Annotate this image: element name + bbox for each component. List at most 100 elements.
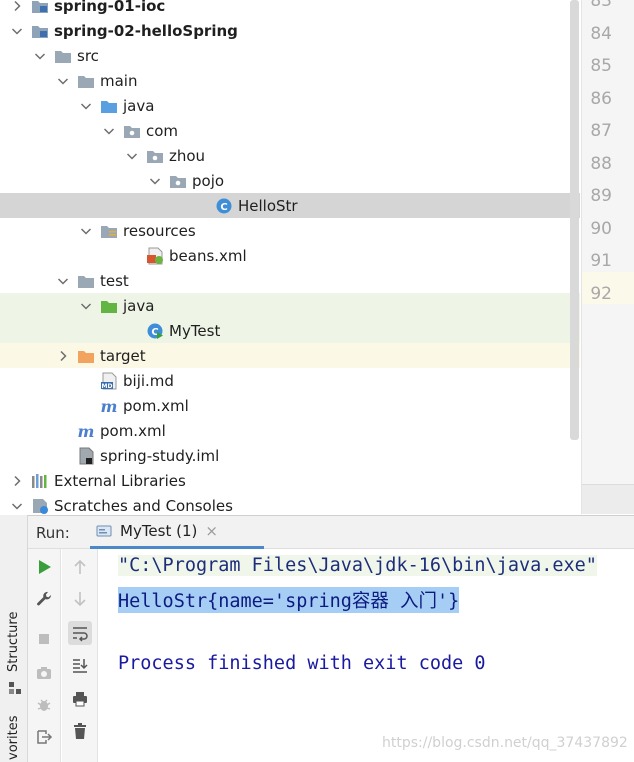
tree-item[interactable]: java <box>0 93 580 118</box>
maven-icon: m <box>77 422 95 440</box>
stop-icon[interactable] <box>32 627 56 651</box>
chevron-down-icon[interactable] <box>9 493 25 514</box>
arrow-down-icon[interactable] <box>68 587 92 611</box>
excluded-folder-icon <box>77 347 95 365</box>
tree-scrollbar[interactable] <box>570 0 579 440</box>
module-folder-icon <box>31 22 49 40</box>
tree-item[interactable]: C MyTest <box>0 318 580 343</box>
svg-text:m: m <box>101 397 118 415</box>
tree-item-label: pom.xml <box>100 421 166 440</box>
java-class-icon: C <box>215 197 233 215</box>
tree-item-label: biji.md <box>123 371 174 390</box>
module-folder-icon <box>31 0 49 15</box>
run-title: Run: <box>36 524 70 542</box>
library-icon <box>31 472 49 490</box>
tree-item-label: spring-02-helloSpring <box>54 21 238 40</box>
print-icon[interactable] <box>68 687 92 711</box>
project-tree: spring-01-ioc spring-02-helloSpring src mai… <box>0 0 580 514</box>
trash-icon[interactable] <box>68 719 92 743</box>
console-output-line: HelloStr{name='spring容器 入门'} <box>118 587 460 613</box>
tree-item[interactable]: pojo <box>0 168 580 193</box>
exit-icon[interactable] <box>32 725 56 749</box>
chevron-down-icon[interactable] <box>78 218 94 243</box>
package-icon <box>123 122 141 140</box>
package-icon <box>169 172 187 190</box>
run-tab-mytest[interactable]: MyTest (1) × <box>90 516 264 549</box>
line-number: 85 <box>590 56 612 76</box>
chevron-down-icon[interactable] <box>9 18 25 43</box>
tree-item[interactable]: m pom.xml <box>0 393 580 418</box>
tree-item[interactable]: External Libraries <box>0 468 580 493</box>
run-config-icon <box>96 523 112 539</box>
tree-item-label: spring-01-ioc <box>54 0 166 15</box>
line-number: 84 <box>590 23 612 44</box>
maven-icon: m <box>100 397 118 415</box>
wrench-icon[interactable] <box>32 587 56 611</box>
chevron-down-icon[interactable] <box>147 168 163 193</box>
tree-item[interactable]: test <box>0 268 580 293</box>
tree-item[interactable]: target <box>0 343 580 368</box>
line-number: 88 <box>590 153 612 174</box>
tree-item[interactable]: beans.xml <box>0 243 580 268</box>
folder-icon <box>54 47 72 65</box>
chevron-right-icon[interactable] <box>9 468 25 493</box>
tree-item[interactable]: spring-01-ioc <box>0 0 580 18</box>
tree-item-label: resources <box>123 221 196 240</box>
chevron-down-icon[interactable] <box>78 93 94 118</box>
tree-item[interactable]: spring-02-helloSpring <box>0 18 580 43</box>
tree-item[interactable]: com <box>0 118 580 143</box>
tree-item[interactable]: MD biji.md <box>0 368 580 393</box>
run-tool-window-header: Run: MyTest (1) × <box>28 515 634 549</box>
spring-xml-icon <box>146 247 164 265</box>
soft-wrap-icon[interactable] <box>68 621 92 645</box>
chevron-down-icon[interactable] <box>32 43 48 68</box>
tree-item-label: java <box>123 296 155 315</box>
tree-item-label: HelloStr <box>238 196 298 215</box>
chevron-down-icon[interactable] <box>55 68 71 93</box>
chevron-down-icon[interactable] <box>78 293 94 318</box>
rerun-icon[interactable] <box>32 555 56 579</box>
debug-bug-icon[interactable] <box>32 693 56 717</box>
chevron-right-icon[interactable] <box>9 0 25 18</box>
package-icon <box>146 147 164 165</box>
tree-item[interactable]: Scratches and Consoles <box>0 493 580 514</box>
svg-text:MD: MD <box>102 383 113 390</box>
tree-item[interactable]: zhou <box>0 143 580 168</box>
console-output[interactable]: "C:\Program Files\Java\jdk-16\bin\java.e… <box>99 549 634 762</box>
camera-icon[interactable] <box>32 661 56 685</box>
tree-item[interactable]: resources <box>0 218 580 243</box>
structure-tab-label[interactable]: Structure <box>6 612 21 672</box>
tree-item[interactable]: m pom.xml <box>0 418 580 443</box>
tree-item[interactable]: java <box>0 293 580 318</box>
tree-item-label: target <box>100 346 146 365</box>
source-folder-icon <box>100 97 118 115</box>
tree-item[interactable]: main <box>0 68 580 93</box>
folder-icon <box>77 72 95 90</box>
markdown-file-icon: MD <box>100 372 118 390</box>
tree-item[interactable]: C HelloStr <box>0 193 580 218</box>
tree-item-label: beans.xml <box>169 246 247 265</box>
tree-item-label: pom.xml <box>123 396 189 415</box>
favorites-tab-label[interactable]: vorites <box>6 716 21 760</box>
tree-item[interactable]: src <box>0 43 580 68</box>
chevron-down-icon[interactable] <box>101 118 117 143</box>
line-number: 86 <box>590 88 612 109</box>
run-tab-label: MyTest (1) <box>120 522 198 540</box>
chevron-right-icon[interactable] <box>55 343 71 368</box>
watermark: https://blog.csdn.net/qq_37437892 <box>382 735 628 751</box>
arrow-up-icon[interactable] <box>68 555 92 579</box>
tree-item-label: pojo <box>192 171 225 190</box>
test-folder-icon <box>100 297 118 315</box>
gutter-footer <box>582 484 634 514</box>
tree-item[interactable]: spring-study.iml <box>0 443 580 468</box>
close-icon[interactable]: × <box>205 522 218 540</box>
chevron-down-icon[interactable] <box>124 143 140 168</box>
tree-item-label: External Libraries <box>54 471 186 490</box>
line-number: 83 <box>590 0 612 11</box>
chevron-down-icon[interactable] <box>55 268 71 293</box>
line-number: 92 <box>590 283 612 304</box>
scroll-to-end-icon[interactable] <box>68 653 92 677</box>
